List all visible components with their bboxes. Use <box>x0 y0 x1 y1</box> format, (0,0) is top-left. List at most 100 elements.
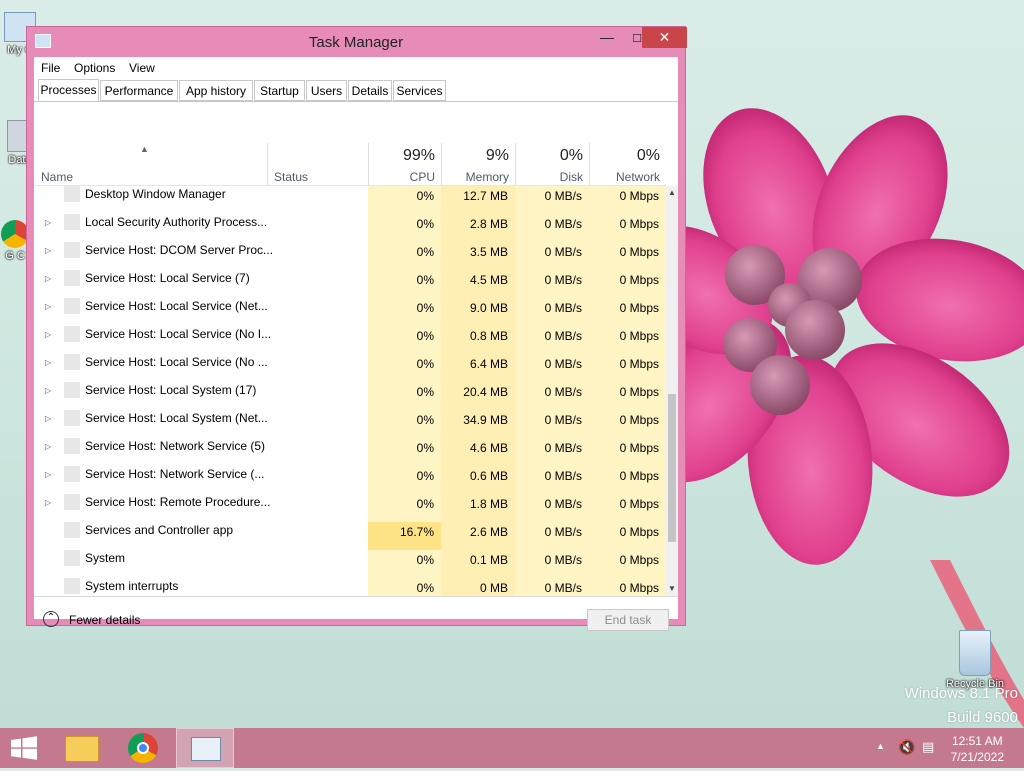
task-manager-icon <box>191 737 221 761</box>
process-name: Desktop Window Manager <box>85 187 226 201</box>
end-task-button[interactable]: End task <box>587 609 669 631</box>
process-name: Service Host: Network Service (5) <box>85 439 266 453</box>
taskbar-clock[interactable]: 12:51 AM 7/21/2022 <box>951 733 1004 765</box>
process-row[interactable]: Desktop Window Manager 0% 12.7 MB 0 MB/s 0 M… <box>34 186 666 214</box>
menu-file[interactable]: File <box>41 61 60 75</box>
process-name: Service Host: Local Service (Net... <box>85 299 268 313</box>
process-memory: 0 MB <box>441 578 515 596</box>
process-icon <box>64 382 80 398</box>
process-icon <box>64 550 80 566</box>
scroll-down-button[interactable]: ▼ <box>666 582 678 596</box>
process-memory: 9.0 MB <box>441 298 515 326</box>
process-row[interactable]: ▷ Service Host: Local Service (No ... 0% 6.… <box>34 354 666 382</box>
expand-arrow-icon[interactable]: ▷ <box>45 299 51 315</box>
process-icon <box>64 410 80 426</box>
process-row[interactable]: ▷ Local Security Authority Process... 0% 2.… <box>34 214 666 242</box>
tab-divider <box>34 101 678 102</box>
process-name: Service Host: Remote Procedure... <box>85 495 271 509</box>
process-disk: 0 MB/s <box>515 410 589 438</box>
expand-arrow-icon[interactable]: ▷ <box>45 243 51 259</box>
column-header-disk[interactable]: 0% Disk <box>515 103 589 185</box>
process-row[interactable]: ▷ Service Host: Local Service (Net... 0% 9.… <box>34 298 666 326</box>
process-row[interactable]: ▷ Service Host: Local Service (No I... 0% 0… <box>34 326 666 354</box>
tab-app-history[interactable]: App history <box>179 80 253 101</box>
close-icon: ✕ <box>658 29 671 45</box>
tab-services[interactable]: Services <box>393 80 446 101</box>
show-hidden-icons-icon[interactable]: ▲ <box>876 741 885 751</box>
expand-arrow-icon[interactable]: ▷ <box>45 411 51 427</box>
memory-total-percent: 9% <box>485 147 509 164</box>
process-row[interactable]: System 0% 0.1 MB 0 MB/s 0 Mbps <box>34 550 666 578</box>
minimize-button[interactable]: — <box>592 27 622 48</box>
tab-details[interactable]: Details <box>348 80 392 101</box>
process-row[interactable]: ▷ Service Host: Local System (Net... 0% 34.… <box>34 410 666 438</box>
process-name: Service Host: Local Service (No ... <box>85 355 268 369</box>
column-header-cpu[interactable]: 99% CPU <box>368 103 441 185</box>
fewer-details-icon[interactable]: ⌃ <box>43 611 59 627</box>
start-button[interactable] <box>0 728 48 768</box>
network-icon[interactable]: ▤ <box>922 739 934 755</box>
process-network: 0 Mbps <box>589 326 666 354</box>
windows-logo-icon <box>11 736 37 760</box>
expand-arrow-icon[interactable]: ▷ <box>45 495 51 511</box>
volume-muted-icon[interactable]: 🔇 <box>898 739 915 756</box>
process-name: Service Host: Local System (Net... <box>85 411 268 425</box>
folder-icon <box>65 736 99 762</box>
tab-startup[interactable]: Startup <box>254 80 305 101</box>
windows-watermark-build: Build 9600 <box>947 709 1018 726</box>
taskbar-file-explorer[interactable] <box>56 728 106 768</box>
process-row[interactable]: ▷ Service Host: Network Service (5) 0% 4.6 … <box>34 438 666 466</box>
process-network: 0 Mbps <box>589 578 666 596</box>
process-name-cell: ▷ Service Host: DCOM Server Proc... <box>34 242 368 272</box>
column-header-network[interactable]: 0% Network <box>589 103 666 185</box>
process-memory: 3.5 MB <box>441 242 515 270</box>
desktop-icon-recycle-bin[interactable]: Recycle Bin <box>942 630 1008 690</box>
process-disk: 0 MB/s <box>515 354 589 382</box>
process-list: Desktop Window Manager 0% 12.7 MB 0 MB/s 0 M… <box>34 186 666 596</box>
expand-arrow-icon[interactable]: ▷ <box>45 467 51 483</box>
process-row[interactable]: ▷ Service Host: Local Service (7) 0% 4.5 MB… <box>34 270 666 298</box>
tab-performance[interactable]: Performance <box>100 80 178 101</box>
process-name-cell: System interrupts <box>34 578 368 596</box>
process-memory: 4.6 MB <box>441 438 515 466</box>
process-icon <box>64 466 80 482</box>
column-label-status: Status <box>274 170 309 184</box>
process-name-cell: ▷ Service Host: Local Service (7) <box>34 270 368 300</box>
tab-users[interactable]: Users <box>306 80 347 101</box>
process-network: 0 Mbps <box>589 354 666 382</box>
column-header-status[interactable]: Status <box>267 103 368 185</box>
expand-arrow-icon[interactable]: ▷ <box>45 439 51 455</box>
process-name: Service Host: Local Service (No I... <box>85 327 272 341</box>
process-cpu: 0% <box>368 438 441 466</box>
process-name-cell: ▷ Service Host: Network Service (... <box>34 466 368 496</box>
expand-arrow-icon[interactable]: ▷ <box>45 215 51 231</box>
process-row[interactable]: ▷ Service Host: Local System (17) 0% 20.4 M… <box>34 382 666 410</box>
vertical-scrollbar[interactable]: ▲ ▼ <box>666 186 678 596</box>
close-button[interactable]: ✕ <box>642 27 687 48</box>
menu-options[interactable]: Options <box>74 61 115 75</box>
expand-arrow-icon[interactable]: ▷ <box>45 355 51 371</box>
fewer-details-link[interactable]: Fewer details <box>69 613 140 627</box>
expand-arrow-icon[interactable]: ▷ <box>45 383 51 399</box>
taskbar-task-manager[interactable] <box>176 728 234 768</box>
column-header-name[interactable]: Name <box>34 103 267 185</box>
process-network: 0 Mbps <box>589 186 666 214</box>
tab-processes[interactable]: Processes <box>38 79 99 102</box>
scroll-thumb[interactable] <box>668 394 676 542</box>
expand-arrow-icon[interactable]: ▷ <box>45 327 51 343</box>
title-bar[interactable]: Task Manager — ☐ ✕ <box>27 27 687 57</box>
menu-view[interactable]: View <box>129 61 155 75</box>
column-header-memory[interactable]: 9% Memory <box>441 103 515 185</box>
chrome-icon <box>1 220 29 248</box>
expand-arrow-icon[interactable]: ▷ <box>45 271 51 287</box>
process-row[interactable]: ▷ Service Host: Remote Procedure... 0% 1.8 … <box>34 494 666 522</box>
process-row[interactable]: ▷ Service Host: DCOM Server Proc... 0% 3.5 … <box>34 242 666 270</box>
scroll-up-button[interactable]: ▲ <box>666 186 678 200</box>
process-name-cell: ▷ Local Security Authority Process... <box>34 214 368 244</box>
process-row[interactable]: Services and Controller app 16.7% 2.6 MB 0 … <box>34 522 666 550</box>
process-row[interactable]: ▷ Service Host: Network Service (... 0% 0.6… <box>34 466 666 494</box>
process-name-cell: ▷ Service Host: Network Service (5) <box>34 438 368 468</box>
process-icon <box>64 186 80 202</box>
process-row[interactable]: System interrupts 0% 0 MB 0 MB/s 0 Mbps <box>34 578 666 596</box>
taskbar-chrome[interactable] <box>118 728 168 768</box>
